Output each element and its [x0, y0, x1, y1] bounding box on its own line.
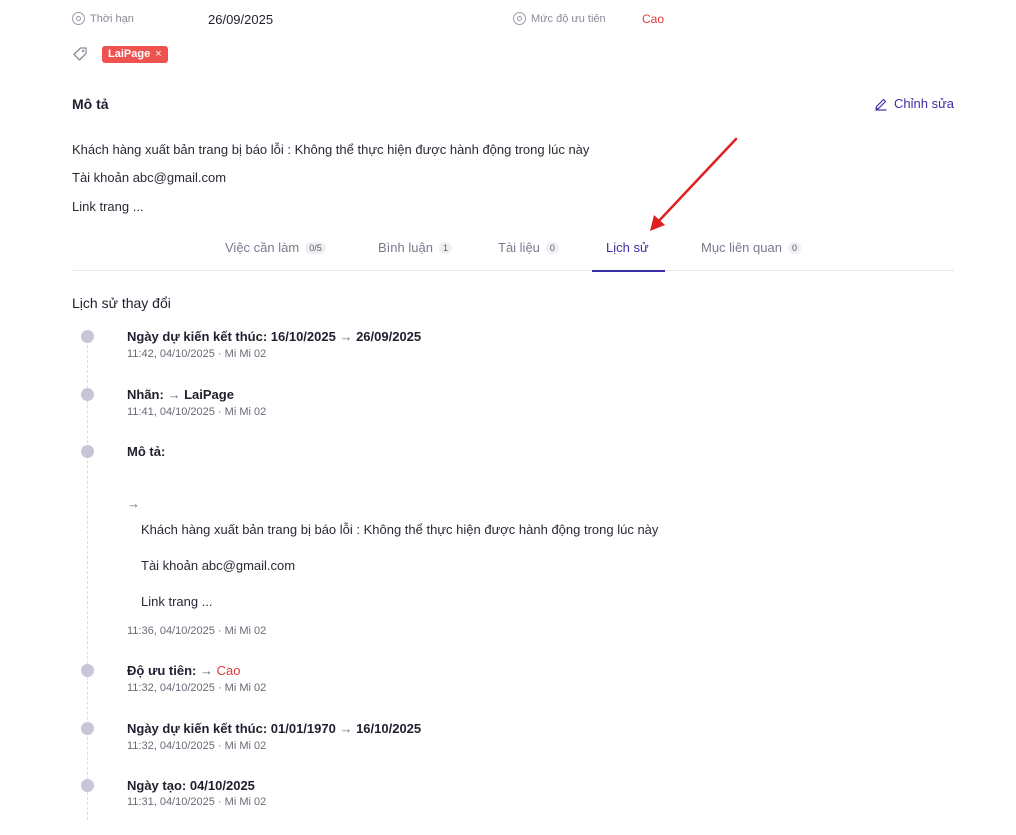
deadline-label: Thời hạn [72, 12, 134, 25]
entry-title: Ngày dự kiến kết thúc: 01/01/1970 → 16/1… [127, 721, 422, 736]
entry-meta: 11:36, 04/10/2025 · Mi Mi 02 [127, 625, 267, 637]
tab-todo[interactable]: Việc cần làm 0/5 [225, 240, 326, 255]
timeline-dot [81, 722, 94, 735]
timeline-dot [81, 445, 94, 458]
entry-title: Nhãn: → LaiPage [127, 387, 234, 402]
entry-meta: 11:31, 04/10/2025 · Mi Mi 02 [127, 796, 267, 808]
entry-meta: 11:41, 04/10/2025 · Mi Mi 02 [127, 406, 267, 418]
description-line: Link trang ... [72, 199, 144, 214]
timeline-dot [81, 664, 94, 677]
tag-row: LaiPage × [72, 44, 168, 64]
tag-icon [73, 47, 87, 61]
active-tab-underline [592, 270, 665, 272]
entry-meta: 11:32, 04/10/2025 · Mi Mi 02 [127, 682, 267, 694]
timeline-dot [81, 779, 94, 792]
entry-title: Mô tả: [127, 444, 166, 459]
tab-bar: Việc cần làm 0/5 Bình luận 1 Tài liệu 0 Lịc… [72, 232, 954, 272]
tab-related[interactable]: Mục liên quan 0 [701, 240, 801, 255]
entry-title: Độ ưu tiên: → Cao [127, 663, 241, 678]
timeline-dot [81, 388, 94, 401]
tab-comments[interactable]: Bình luận 1 [378, 240, 452, 255]
entry-description-line: Link trang ... [141, 594, 213, 609]
history-title: Lịch sử thay đổi [72, 295, 171, 311]
entry-meta: 11:42, 04/10/2025 · Mi Mi 02 [127, 348, 267, 360]
timeline-line [87, 340, 88, 820]
entry-meta: 11:32, 04/10/2025 · Mi Mi 02 [127, 740, 267, 752]
entry-arrow: → [127, 496, 140, 511]
entry-title: Ngày dự kiến kết thúc: 16/10/2025 → 26/0… [127, 329, 422, 344]
edit-description-button[interactable]: Chỉnh sửa [874, 96, 954, 111]
entry-description-line: Khách hàng xuất bản trang bị báo lỗi : K… [141, 522, 659, 537]
remove-tag-icon[interactable]: × [155, 48, 161, 60]
description-line: Tài khoản abc@gmail.com [72, 170, 227, 185]
priority-label: Mức độ ưu tiên [513, 12, 606, 25]
tab-history[interactable]: Lịch sử [606, 240, 649, 255]
tag-chip[interactable]: LaiPage × [102, 45, 168, 63]
pencil-icon [875, 98, 887, 111]
description-heading: Mô tả [72, 96, 109, 112]
meta-row: Thời hạn 26/09/2025 Mức độ ưu tiên Cao [72, 10, 772, 30]
target-icon [513, 12, 526, 25]
priority-value[interactable]: Cao [642, 12, 664, 26]
description-line: Khách hàng xuất bản trang bị báo lỗi : K… [72, 142, 590, 157]
target-icon [72, 12, 85, 25]
timeline-dot [81, 330, 94, 343]
entry-title: Ngày tạo: 04/10/2025 [127, 778, 255, 793]
deadline-value[interactable]: 26/09/2025 [208, 12, 273, 27]
entry-description-line: Tài khoản abc@gmail.com [141, 558, 296, 573]
annotation-arrow-icon [650, 137, 738, 231]
tab-documents[interactable]: Tài liệu 0 [498, 240, 559, 255]
